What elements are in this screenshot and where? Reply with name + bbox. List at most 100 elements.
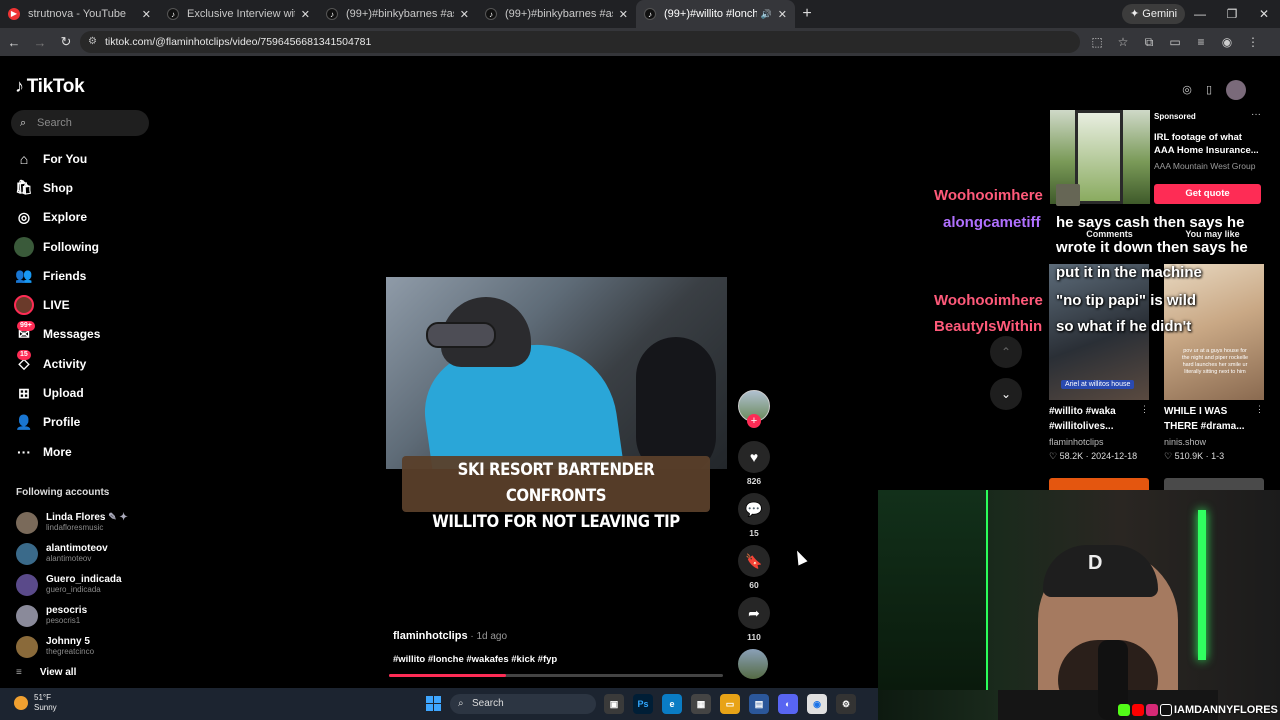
- weather-sun-icon[interactable]: [14, 696, 28, 710]
- edge-icon[interactable]: e: [662, 694, 682, 714]
- recommended-more-icon[interactable]: ⋮: [1255, 404, 1264, 415]
- sidebar-item-profile[interactable]: 👤 Profile: [14, 408, 164, 437]
- following-account[interactable]: pesocris pesocris1: [16, 600, 166, 631]
- maximize-button[interactable]: ❐: [1216, 0, 1248, 28]
- site-info-icon[interactable]: ⚙: [88, 31, 97, 53]
- taskbar-search[interactable]: ⌕ Search: [450, 694, 596, 714]
- comment-count: 15: [749, 528, 759, 538]
- back-icon[interactable]: ←: [2, 35, 26, 50]
- sidebar-item-for-you[interactable]: ⌂ For You: [14, 144, 164, 173]
- forward-icon[interactable]: →: [28, 35, 52, 50]
- tiktok-icon: ♪: [644, 8, 656, 20]
- video-progress-bar[interactable]: [389, 674, 723, 677]
- like-button[interactable]: ♥ 826: [738, 441, 770, 486]
- sidebar-item-label: LIVE: [43, 298, 70, 313]
- tiktok-logo[interactable]: ♪ TikTok: [15, 76, 85, 98]
- side-panel-icon[interactable]: ▭: [1162, 28, 1188, 56]
- previous-video-button[interactable]: ⌃: [990, 336, 1022, 368]
- discord-icon[interactable]: ◐: [778, 694, 798, 714]
- youtube-icon: ▶: [8, 8, 20, 20]
- chrome-icon[interactable]: ◉: [807, 694, 827, 714]
- reload-icon[interactable]: ↻: [54, 34, 78, 50]
- get-quote-button[interactable]: Get quote: [1154, 184, 1261, 204]
- sidebar-item-friends[interactable]: 👥 Friends: [14, 261, 164, 290]
- browser-tab[interactable]: ♪ Exclusive Interview with 2K at T ✕: [159, 0, 318, 28]
- extensions-icon[interactable]: ⧉: [1136, 28, 1162, 56]
- settings-gear-icon[interactable]: ⚙: [836, 694, 856, 714]
- view-all-link[interactable]: ≡ View all: [16, 667, 76, 678]
- share-button[interactable]: ➦ 110: [738, 597, 770, 642]
- bookmark-star-icon[interactable]: ☆: [1110, 28, 1136, 56]
- following-account[interactable]: Linda Flores ✎ ✦ lindafloresmusic: [16, 507, 166, 538]
- sidebar-item-live[interactable]: LIVE: [14, 290, 164, 319]
- media-controls-icon[interactable]: ≡: [1188, 28, 1214, 56]
- avatar: [14, 236, 34, 257]
- gemini-button[interactable]: ✦ Gemini: [1122, 4, 1186, 24]
- minimize-button[interactable]: —: [1184, 0, 1216, 28]
- recommended-title[interactable]: #willito #waka #willitolives...: [1049, 404, 1147, 434]
- chat-message: put it in the machine: [1056, 264, 1202, 281]
- task-view-icon[interactable]: ▣: [604, 694, 624, 714]
- sidebar-item-upload[interactable]: ⊞ Upload: [14, 378, 164, 407]
- account-avatar: [16, 573, 38, 596]
- comment-button[interactable]: 💬 15: [738, 493, 770, 538]
- sidebar-item-explore[interactable]: ◎ Explore: [14, 203, 164, 232]
- following-account[interactable]: alantimoteov alantimoteov: [16, 538, 166, 569]
- close-tab-icon[interactable]: ✕: [142, 8, 151, 21]
- next-video-button[interactable]: ⌄: [990, 378, 1022, 410]
- browser-tab[interactable]: ♪ (99+)#binkybarnes #ashtrevino ✕: [318, 0, 477, 28]
- recommended-title[interactable]: WHILE I WAS THERE #drama...: [1164, 404, 1262, 434]
- video-author[interactable]: flaminhotclips · 1d ago: [393, 630, 507, 642]
- video-caption: SKI RESORT BARTENDER CONFRONTS WILLITO F…: [420, 457, 691, 535]
- close-tab-icon[interactable]: ✕: [301, 8, 310, 21]
- store-icon[interactable]: ▦: [691, 694, 711, 714]
- user-avatar[interactable]: [1226, 80, 1246, 100]
- ad-title[interactable]: IRL footage of what AAA Home Insurance..…: [1154, 131, 1264, 157]
- video-player[interactable]: [386, 277, 727, 469]
- file-explorer-icon[interactable]: ▭: [720, 694, 740, 714]
- save-button[interactable]: 🔖 60: [738, 545, 770, 590]
- video-hashtags[interactable]: #willito #lonche #wakafes #kick #fyp: [393, 654, 557, 665]
- right-panel-header: ◎ ▯: [1176, 80, 1246, 100]
- following-account[interactable]: Guero_indicada guero_indicada: [16, 569, 166, 600]
- instagram-icon: [1146, 704, 1158, 716]
- webcam-shelf: [878, 490, 988, 690]
- search-input[interactable]: ⌕ Search: [11, 110, 149, 136]
- sidebar-item-messages[interactable]: ✉ 99+ Messages: [14, 320, 164, 349]
- new-tab-button[interactable]: +: [795, 5, 819, 23]
- sidebar-item-shop[interactable]: 🛍 Shop: [14, 173, 164, 202]
- recommended-author[interactable]: flaminhotclips: [1049, 437, 1104, 447]
- weather-widget[interactable]: 51°F Sunny: [34, 693, 57, 713]
- following-account[interactable]: Johnny 5 thegreatcinco: [16, 631, 166, 662]
- browser-tab[interactable]: ♪ (99+)#binkybarnes #ashtrevino ✕: [477, 0, 636, 28]
- kick-icon: [1118, 704, 1130, 716]
- close-tab-icon[interactable]: ✕: [460, 8, 469, 21]
- weather-temp: 51°F: [34, 693, 51, 702]
- sidebar-item-following[interactable]: Following: [14, 232, 164, 261]
- profile-avatar-icon[interactable]: ◉: [1214, 28, 1240, 56]
- address-bar[interactable]: ⚙ tiktok.com/@flaminhotclips/video/75964…: [80, 31, 1080, 53]
- device-icon[interactable]: ▯: [1198, 80, 1220, 100]
- photoshop-icon[interactable]: Ps: [633, 694, 653, 714]
- close-tab-icon[interactable]: ✕: [619, 8, 628, 21]
- recommended-more-icon[interactable]: ⋮: [1140, 404, 1149, 415]
- follow-plus-icon[interactable]: +: [747, 414, 761, 428]
- browser-tab-active[interactable]: ♪ (99+)#willito #lonche #waka 🔊 ✕: [636, 0, 795, 28]
- install-app-icon[interactable]: ⬚: [1084, 28, 1110, 56]
- sidebar-item-activity[interactable]: ◇ 15 Activity: [14, 349, 164, 378]
- following-accounts-list: Linda Flores ✎ ✦ lindafloresmusic alantim…: [16, 507, 166, 662]
- close-window-button[interactable]: ✕: [1248, 0, 1280, 28]
- account-handle: lindafloresmusic: [46, 522, 104, 532]
- tiktok-note-icon: ♪: [15, 76, 24, 96]
- windows-start-icon[interactable]: [426, 696, 441, 711]
- sidebar-item-more[interactable]: ··· More: [14, 437, 164, 466]
- close-tab-icon[interactable]: ✕: [778, 8, 787, 21]
- browser-tab[interactable]: ▶ strutnova - YouTube ✕: [0, 0, 159, 28]
- outlook-icon[interactable]: ▤: [749, 694, 769, 714]
- ad-more-icon[interactable]: ···: [1251, 109, 1261, 120]
- compass-icon[interactable]: ◎: [1176, 80, 1198, 100]
- speaker-icon[interactable]: 🔊: [761, 9, 772, 20]
- music-disc-avatar[interactable]: [738, 649, 768, 679]
- kebab-menu-icon[interactable]: ⋮: [1240, 28, 1266, 56]
- recommended-author[interactable]: ninis.show: [1164, 437, 1206, 447]
